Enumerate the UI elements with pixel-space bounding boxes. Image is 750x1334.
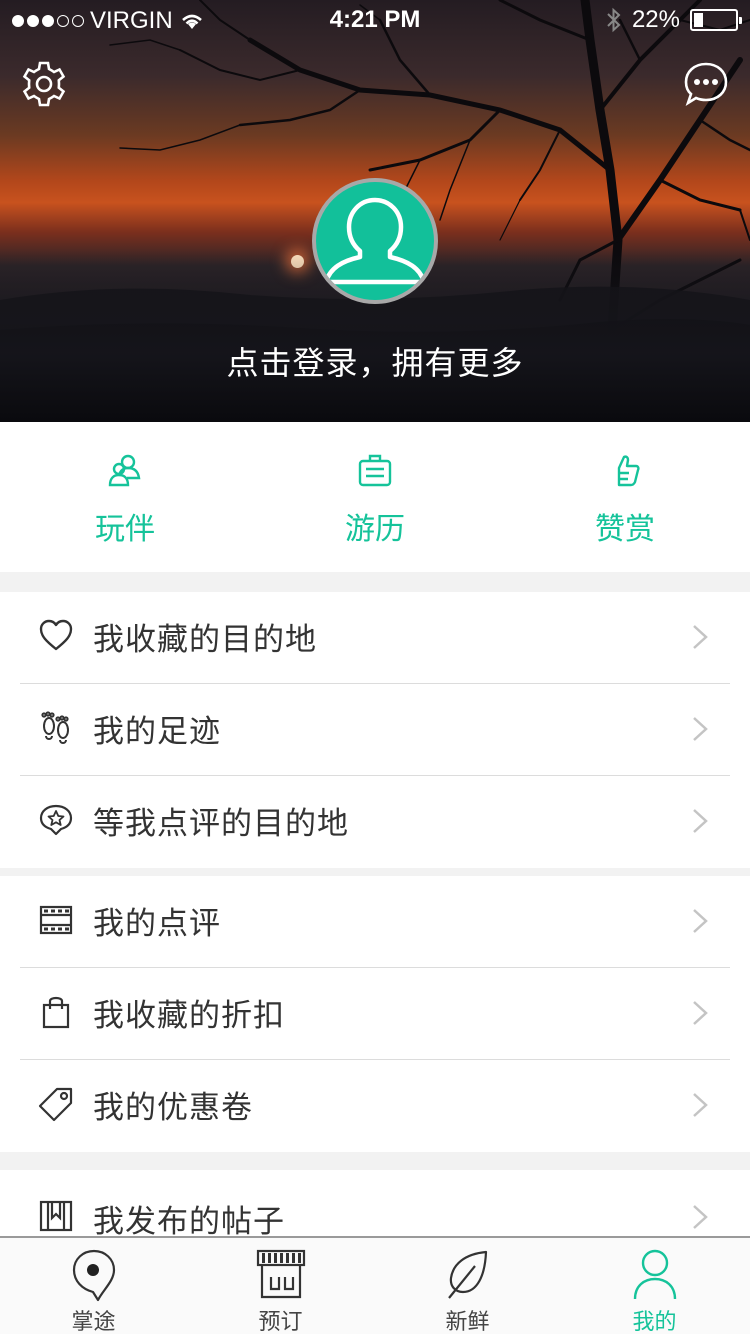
tab-label: 新鲜 xyxy=(445,1310,490,1334)
menu-item-favorite-destinations[interactable]: 我收藏的目的地 xyxy=(0,592,750,684)
profile-header: VIRGIN 4:21 PM 22% 点击登录，拥有更多 xyxy=(0,0,750,422)
gear-icon[interactable] xyxy=(20,60,68,108)
default-user-icon xyxy=(323,197,427,285)
menu-group-2: 我的点评 我收藏的折扣 我的优惠卷 xyxy=(0,876,750,1152)
menu-item-footprints[interactable]: 我的足迹 xyxy=(0,684,750,776)
tab-label: 掌途 xyxy=(71,1310,116,1334)
quick-likes-label: 赞赏 xyxy=(595,512,655,547)
menu-group-1: 我收藏的目的地 我的足迹 等我点评的目的地 xyxy=(0,592,750,868)
quick-likes[interactable]: 赞赏 xyxy=(500,422,750,572)
chevron-right-icon xyxy=(693,625,708,649)
login-prompt[interactable]: 点击登录，拥有更多 xyxy=(0,338,750,384)
menu-item-label: 等我点评的目的地 xyxy=(93,806,349,842)
leaf-icon xyxy=(447,1250,487,1299)
quick-travels-label: 游历 xyxy=(345,512,405,547)
menu-item-my-posts[interactable]: 我发布的帖子 xyxy=(0,1170,750,1236)
menu-item-label: 我收藏的目的地 xyxy=(93,622,317,658)
companions-icon xyxy=(108,454,141,487)
chat-bubble-icon[interactable] xyxy=(683,61,729,107)
star-location-icon xyxy=(39,804,73,836)
battery-percent: 22% xyxy=(631,6,680,33)
chevron-right-icon xyxy=(693,1001,708,1025)
menu-item-label: 我的足迹 xyxy=(93,714,221,750)
menu-item-label: 我的点评 xyxy=(93,906,221,942)
chevron-right-icon xyxy=(693,809,708,833)
bluetooth-icon xyxy=(607,7,621,33)
suitcase-icon xyxy=(358,454,392,487)
heart-icon xyxy=(39,619,73,651)
battery-icon xyxy=(690,9,742,31)
avatar[interactable] xyxy=(312,178,438,304)
tab-booking[interactable]: 预订 xyxy=(187,1238,374,1334)
storefront-icon xyxy=(256,1249,305,1299)
bookmark-frame-icon xyxy=(39,1200,73,1232)
menu-item-my-reviews[interactable]: 我的点评 xyxy=(0,876,750,968)
quick-companions[interactable]: 玩伴 xyxy=(0,422,250,572)
chevron-right-icon xyxy=(693,1205,708,1229)
menu-item-label: 我的优惠卷 xyxy=(93,1090,253,1126)
status-bar: VIRGIN 4:21 PM 22% xyxy=(0,0,750,40)
tab-me[interactable]: 我的 xyxy=(561,1238,748,1334)
person-icon xyxy=(633,1249,676,1300)
map-pin-icon xyxy=(72,1249,115,1302)
tab-label: 我的 xyxy=(632,1310,677,1334)
quick-travels[interactable]: 游历 xyxy=(250,422,500,572)
chevron-right-icon xyxy=(693,1093,708,1117)
quick-actions: 玩伴 游历 赞赏 xyxy=(0,422,750,572)
menu-item-favorite-discounts[interactable]: 我收藏的折扣 xyxy=(0,968,750,1060)
shopping-bag-icon xyxy=(42,996,70,1029)
film-strip-icon xyxy=(39,905,73,935)
quick-companions-label: 玩伴 xyxy=(95,512,155,547)
tag-icon xyxy=(38,1087,73,1122)
menu-item-label: 我收藏的折扣 xyxy=(93,998,285,1034)
chevron-right-icon xyxy=(693,717,708,741)
menu-group-3: 我发布的帖子 xyxy=(0,1170,750,1236)
tab-fresh[interactable]: 新鲜 xyxy=(374,1238,561,1334)
thumbs-up-icon xyxy=(617,455,640,487)
menu-item-coupons[interactable]: 我的优惠卷 xyxy=(0,1060,750,1152)
chevron-right-icon xyxy=(693,909,708,933)
footprints-icon xyxy=(41,711,69,744)
tab-label: 预订 xyxy=(258,1310,303,1334)
tab-bar: 掌途 预订 新鲜 我的 xyxy=(0,1236,750,1334)
menu-item-pending-reviews[interactable]: 等我点评的目的地 xyxy=(0,776,750,868)
menu-item-label: 我发布的帖子 xyxy=(93,1204,285,1236)
tab-explore[interactable]: 掌途 xyxy=(0,1238,187,1334)
